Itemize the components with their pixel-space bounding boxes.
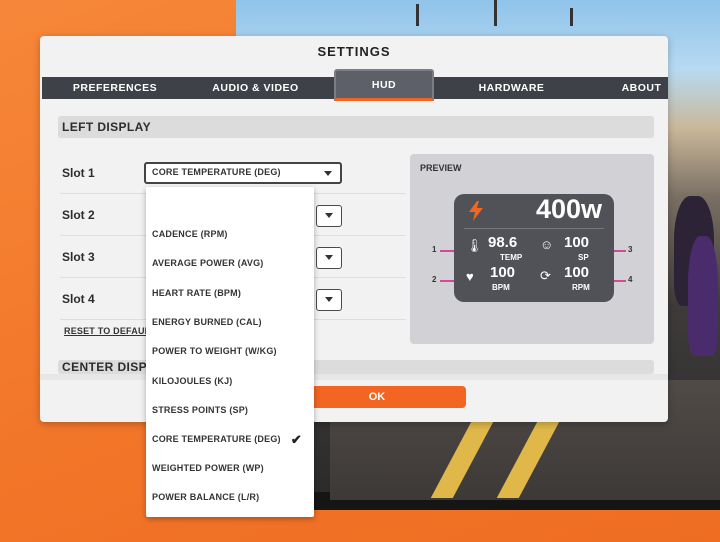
sp-unit: SP <box>578 253 589 262</box>
pin-3-label: 3 <box>628 245 633 254</box>
temp-value: 98.6 <box>488 234 518 251</box>
tab-audio-video[interactable]: AUDIO & VIDEO <box>188 77 323 99</box>
chevron-down-icon <box>324 171 332 176</box>
thermometer-icon: 🌡 <box>466 238 483 253</box>
lightning-icon <box>469 201 483 221</box>
tab-hud[interactable]: HUD <box>334 69 434 101</box>
palm-tree <box>570 8 573 26</box>
pin-line <box>614 280 626 282</box>
menu-option-weighted-power[interactable]: WEIGHTED POWER (WP) <box>146 454 314 483</box>
tab-preferences[interactable]: PREFERENCES <box>42 77 188 99</box>
tab-about[interactable]: ABOUT <box>589 77 694 99</box>
slot-1-dropdown-menu: CADENCE (RPM) AVERAGE POWER (AVG) HEART … <box>146 187 314 517</box>
hud-divider <box>464 228 604 229</box>
tab-bar: PREFERENCES AUDIO & VIDEO HUD HARDWARE A… <box>42 69 668 101</box>
option-label: KILOJOULES (KJ) <box>152 376 233 386</box>
preview-label: PREVIEW <box>420 163 462 173</box>
palm-tree <box>494 0 497 26</box>
bpm-value: 100 <box>490 264 516 281</box>
slot-label: Slot 2 <box>62 208 95 222</box>
option-label: STRESS POINTS (SP) <box>152 405 249 415</box>
palm-tree <box>416 4 419 26</box>
option-label: ENERGY BURNED (CAL) <box>152 317 262 327</box>
chevron-down-icon <box>325 213 333 218</box>
cadence-icon: ⟳ <box>540 268 551 283</box>
chevron-down-icon <box>325 297 333 302</box>
preview-panel: PREVIEW 400w 🌡 98.6 TEMP ☺ 100 SP ♥ 100 … <box>410 154 654 344</box>
pin-4-label: 4 <box>628 275 633 284</box>
menu-option-core-temperature[interactable]: CORE TEMPERATURE (DEG) ✔ <box>146 425 314 454</box>
menu-option-average-power[interactable]: AVERAGE POWER (AVG) <box>146 249 314 278</box>
rider <box>688 236 718 356</box>
slot-4-dropdown[interactable] <box>316 289 342 311</box>
checkmark-icon: ✔ <box>290 432 302 447</box>
menu-option-power-to-weight[interactable]: POWER TO WEIGHT (W/KG) <box>146 337 314 366</box>
sp-value: 100 <box>564 234 590 251</box>
slot-label: Slot 1 <box>62 166 95 180</box>
option-label: AVERAGE POWER (AVG) <box>152 258 264 268</box>
slot-label: Slot 3 <box>62 250 95 264</box>
menu-option-power-balance[interactable]: POWER BALANCE (L/R) <box>146 483 314 512</box>
slot-label: Slot 4 <box>62 292 95 306</box>
menu-option-cadence[interactable]: CADENCE (RPM) <box>146 220 314 249</box>
menu-option-energy-burned[interactable]: ENERGY BURNED (CAL) <box>146 308 314 337</box>
hud-preview: 400w 🌡 98.6 TEMP ☺ 100 SP ♥ 100 BPM ⟳ 10… <box>454 194 614 302</box>
slot-3-dropdown[interactable] <box>316 247 342 269</box>
dropdown-value: CORE TEMPERATURE (DEG) <box>152 167 281 177</box>
pin-line <box>614 250 626 252</box>
panel-title: SETTINGS <box>317 44 391 59</box>
pin-1-label: 1 <box>432 245 437 254</box>
chevron-down-icon <box>325 255 333 260</box>
option-label: CORE TEMPERATURE (DEG) <box>152 434 281 444</box>
pin-line <box>440 250 454 252</box>
option-label: CADENCE (RPM) <box>152 229 228 239</box>
menu-option-stress-points[interactable]: STRESS POINTS (SP) <box>146 396 314 425</box>
stress-face-icon: ☺ <box>540 237 554 252</box>
option-label: WEIGHTED POWER (WP) <box>152 463 264 473</box>
slot-2-dropdown[interactable] <box>316 205 342 227</box>
menu-option-kilojoules[interactable]: KILOJOULES (KJ) <box>146 367 314 396</box>
pin-line <box>440 280 454 282</box>
left-display-header: LEFT DISPLAY <box>58 116 654 138</box>
content-separator <box>40 374 668 380</box>
slot-1-dropdown[interactable]: CORE TEMPERATURE (DEG) <box>144 162 342 184</box>
ok-button[interactable]: OK <box>288 386 466 408</box>
pin-2-label: 2 <box>432 275 437 284</box>
option-label: HEART RATE (BPM) <box>152 288 242 298</box>
rpm-value: 100 <box>564 264 590 281</box>
settings-panel: SETTINGS PREFERENCES AUDIO & VIDEO HUD H… <box>40 36 668 422</box>
bpm-unit: BPM <box>492 283 510 292</box>
power-value: 400w <box>535 194 602 224</box>
hud-power: 400w <box>454 194 614 226</box>
option-label: POWER TO WEIGHT (W/KG) <box>152 346 277 356</box>
option-label: POWER BALANCE (L/R) <box>152 492 260 502</box>
menu-option-heart-rate[interactable]: HEART RATE (BPM) <box>146 279 314 308</box>
tab-hardware[interactable]: HARDWARE <box>434 77 589 99</box>
rpm-unit: RPM <box>572 283 590 292</box>
temp-unit: TEMP <box>500 253 523 262</box>
heart-rate-icon: ♥ <box>466 269 474 284</box>
